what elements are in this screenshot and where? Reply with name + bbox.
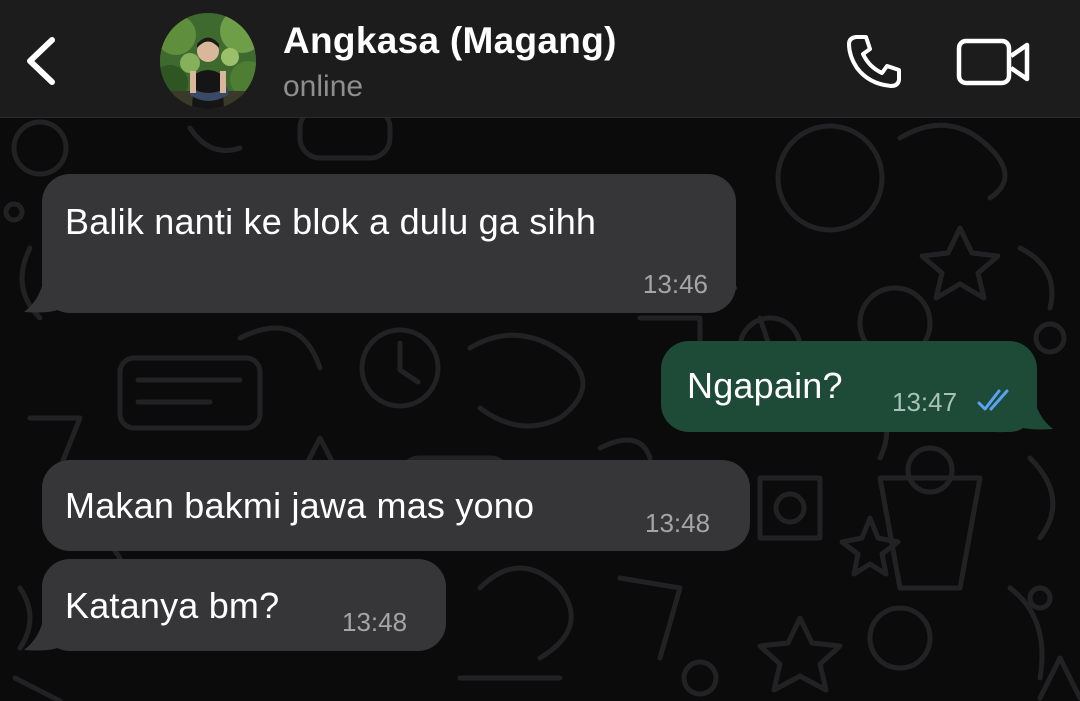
message-bubble-incoming[interactable]: Makan bakmi jawa mas yono 13:48: [42, 460, 750, 551]
message-text: Balik nanti ke blok a dulu ga sihh: [65, 201, 597, 242]
message-time: 13:46: [642, 269, 708, 299]
chevron-left-icon: [27, 37, 55, 85]
contact-status: online: [283, 70, 364, 103]
message-time: 13:48: [342, 607, 408, 637]
avatar-photo: [160, 13, 256, 109]
double-check-read-icon: [977, 389, 1009, 411]
chat-header: Angkasa (Magang) online: [0, 0, 1080, 118]
message-bubble-incoming[interactable]: Katanya bm? 13:48: [42, 559, 446, 651]
message-text: Katanya bm?: [65, 585, 280, 626]
message-bubble-incoming[interactable]: Balik nanti ke blok a dulu ga sihh 13:46: [42, 174, 736, 313]
contact-name[interactable]: Angkasa (Magang): [283, 20, 617, 62]
message-text: Ngapain?: [687, 365, 843, 406]
video-camera-icon: [956, 38, 1030, 86]
back-button[interactable]: [18, 30, 66, 92]
video-call-button[interactable]: [955, 36, 1033, 88]
message-text: Makan bakmi jawa mas yono: [65, 485, 535, 526]
phone-icon: [847, 35, 901, 88]
message-time: 13:48: [645, 508, 711, 538]
voice-call-button[interactable]: [842, 30, 906, 92]
message-list[interactable]: Balik nanti ke blok a dulu ga sihh 13:46…: [0, 118, 1080, 701]
contact-avatar[interactable]: [160, 13, 256, 109]
message-time: 13:47: [892, 387, 958, 417]
message-bubble-outgoing[interactable]: Ngapain? 13:47: [661, 341, 1037, 432]
